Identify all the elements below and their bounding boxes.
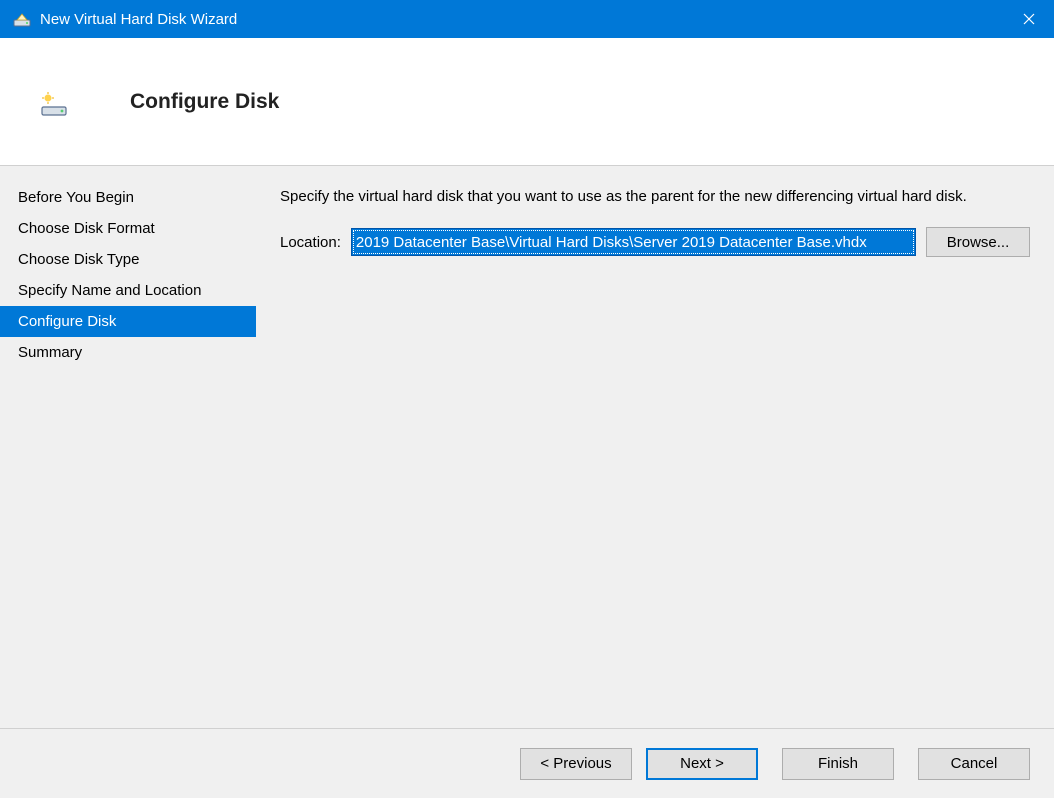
disk-icon bbox=[40, 86, 72, 118]
disk-wizard-icon bbox=[12, 9, 32, 29]
titlebar: New Virtual Hard Disk Wizard bbox=[0, 0, 1054, 38]
step-specify-name-location[interactable]: Specify Name and Location bbox=[0, 275, 256, 306]
step-choose-disk-format[interactable]: Choose Disk Format bbox=[0, 213, 256, 244]
location-input[interactable] bbox=[351, 228, 916, 256]
wizard-footer: < Previous Next > Finish Cancel bbox=[0, 728, 1054, 798]
step-configure-disk[interactable]: Configure Disk bbox=[0, 306, 256, 337]
step-before-you-begin[interactable]: Before You Begin bbox=[0, 182, 256, 213]
cancel-button[interactable]: Cancel bbox=[918, 748, 1030, 780]
page-title: Configure Disk bbox=[130, 90, 279, 114]
location-label: Location: bbox=[280, 234, 341, 251]
previous-button[interactable]: < Previous bbox=[520, 748, 632, 780]
step-choose-disk-type[interactable]: Choose Disk Type bbox=[0, 244, 256, 275]
step-summary[interactable]: Summary bbox=[0, 337, 256, 368]
window-title: New Virtual Hard Disk Wizard bbox=[40, 11, 1004, 28]
browse-button[interactable]: Browse... bbox=[926, 227, 1030, 257]
finish-button[interactable]: Finish bbox=[782, 748, 894, 780]
wizard-steps-sidebar: Before You Begin Choose Disk Format Choo… bbox=[0, 166, 256, 728]
instruction-text: Specify the virtual hard disk that you w… bbox=[280, 186, 1030, 207]
next-button[interactable]: Next > bbox=[646, 748, 758, 780]
wizard-header: Configure Disk bbox=[0, 38, 1054, 166]
wizard-content: Specify the virtual hard disk that you w… bbox=[256, 166, 1054, 728]
close-button[interactable] bbox=[1004, 0, 1054, 38]
